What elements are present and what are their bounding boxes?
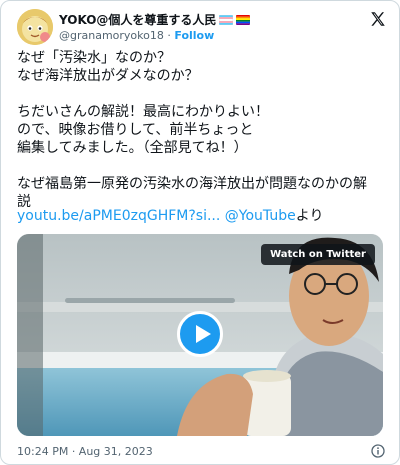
author-display-name[interactable]: YOKO@個人を尊重する人民 [59, 11, 216, 28]
trans-flag-emoji [219, 10, 234, 29]
author-handle-row: @granamoryoko18 · Follow [59, 29, 214, 42]
tweet-links: youtu.be/aPME0zqGHFM?si... @YouTubeより [17, 207, 323, 225]
author-handle[interactable]: @granamoryoko18 [59, 29, 164, 42]
tweet-card: YOKO@個人を尊重する人民 @granamoryoko18 · Follow … [0, 0, 400, 465]
follow-button[interactable]: Follow [174, 29, 214, 42]
x-logo-icon[interactable] [369, 10, 387, 28]
author-name-row: YOKO@個人を尊重する人民 [59, 10, 251, 29]
watch-on-twitter-button[interactable]: Watch on Twitter [261, 244, 375, 265]
tweet-timestamp[interactable]: 10:24 PM · Aug 31, 2023 [17, 445, 153, 458]
avatar[interactable] [17, 9, 53, 45]
youtube-mention-link[interactable]: @YouTube [225, 208, 296, 224]
link-suffix: より [295, 208, 324, 224]
rainbow-flag-emoji [236, 10, 251, 29]
separator-dot: · [167, 29, 171, 42]
youtube-link[interactable]: youtu.be/aPME0zqGHFM?si... [17, 208, 220, 224]
play-icon[interactable] [177, 311, 223, 357]
video-thumbnail[interactable]: Watch on Twitter [17, 234, 383, 436]
info-icon[interactable] [371, 443, 385, 458]
tweet-text: なぜ「汚染水」なのか？ なぜ海洋放出がダメなのか？ ちだいさんの解説！最高にわか… [17, 50, 367, 210]
